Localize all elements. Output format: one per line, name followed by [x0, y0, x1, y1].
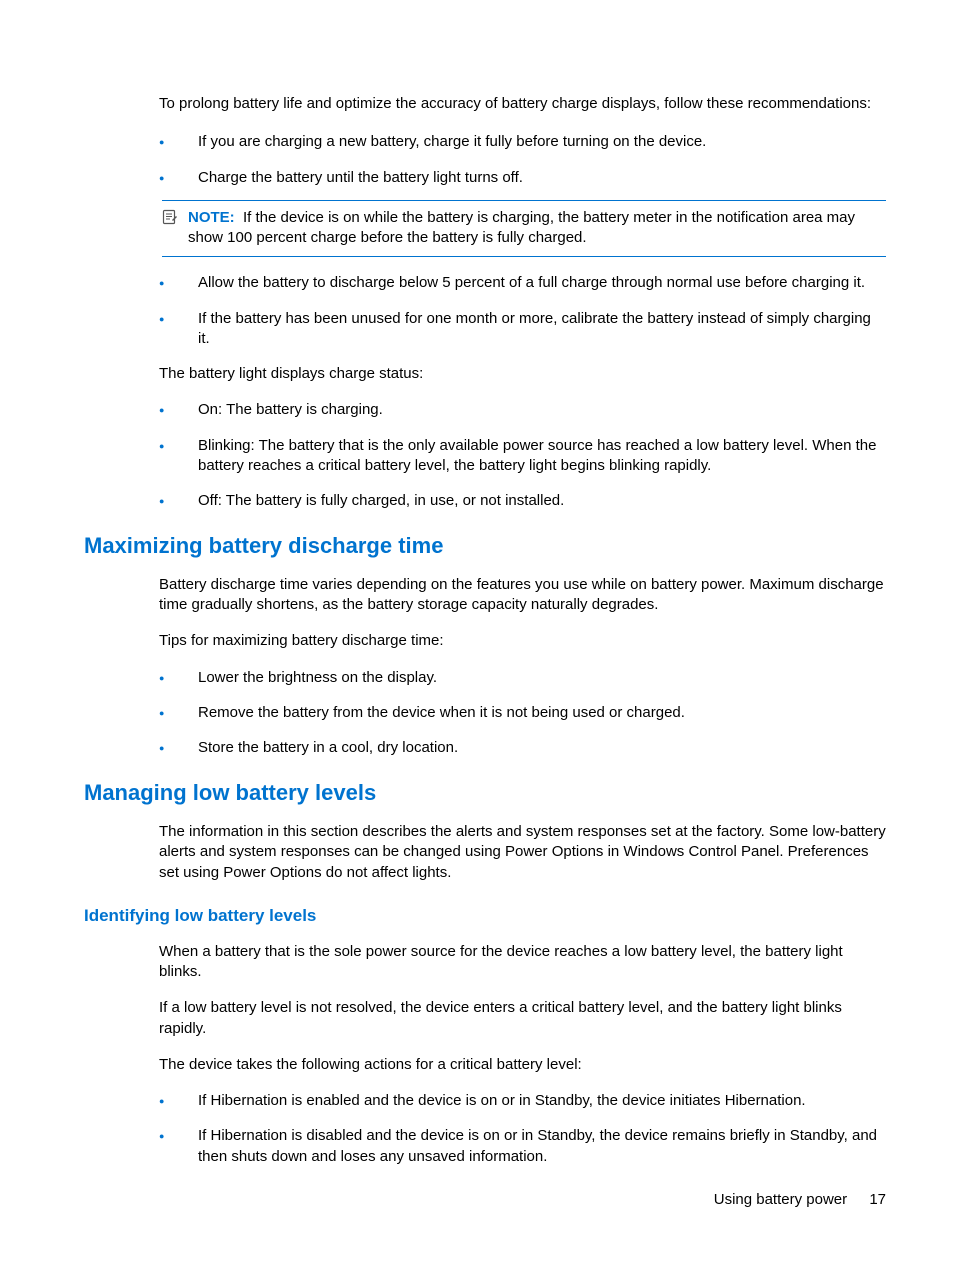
body-paragraph: When a battery that is the sole power so… — [159, 942, 886, 983]
note-callout: NOTE: If the device is on while the batt… — [162, 200, 886, 258]
maximize-tips-list: Lower the brightness on the display. Rem… — [159, 668, 886, 759]
note-body: If the device is on while the battery is… — [188, 209, 855, 246]
list-item: Blinking: The battery that is the only a… — [159, 436, 886, 477]
list-item: Charge the battery until the battery lig… — [159, 168, 886, 188]
body-paragraph: Tips for maximizing battery discharge ti… — [159, 631, 886, 651]
body-paragraph: The battery light displays charge status… — [159, 364, 886, 384]
page-footer: Using battery power 17 — [714, 1190, 886, 1210]
critical-actions-list: If Hibernation is enabled and the device… — [159, 1091, 886, 1167]
heading-maximizing: Maximizing battery discharge time — [84, 531, 886, 561]
body-paragraph: The information in this section describe… — [159, 822, 886, 883]
note-text: NOTE: If the device is on while the batt… — [188, 208, 886, 249]
heading-identifying: Identifying low battery levels — [84, 905, 886, 928]
list-item: Remove the battery from the device when … — [159, 703, 886, 723]
body-paragraph: If a low battery level is not resolved, … — [159, 998, 886, 1039]
list-item: If you are charging a new battery, charg… — [159, 132, 886, 152]
list-item: If Hibernation is disabled and the devic… — [159, 1126, 886, 1167]
note-label: NOTE: — [188, 209, 235, 226]
list-item: On: The battery is charging. — [159, 400, 886, 420]
body-paragraph: Battery discharge time varies depending … — [159, 575, 886, 616]
list-item: If the battery has been unused for one m… — [159, 309, 886, 350]
list-item: Lower the brightness on the display. — [159, 668, 886, 688]
list-item: If Hibernation is enabled and the device… — [159, 1091, 886, 1111]
intro-paragraph: To prolong battery life and optimize the… — [159, 94, 886, 114]
body-paragraph: The device takes the following actions f… — [159, 1055, 886, 1075]
footer-page-number: 17 — [869, 1191, 886, 1208]
note-icon — [162, 209, 178, 231]
charge-status-list: On: The battery is charging. Blinking: T… — [159, 400, 886, 511]
heading-managing: Managing low battery levels — [84, 778, 886, 808]
footer-section-name: Using battery power — [714, 1191, 847, 1208]
list-item: Store the battery in a cool, dry locatio… — [159, 738, 886, 758]
list-item: Allow the battery to discharge below 5 p… — [159, 273, 886, 293]
list-item: Off: The battery is fully charged, in us… — [159, 491, 886, 511]
document-page: To prolong battery life and optimize the… — [0, 0, 954, 1242]
recommendations-list-part1: If you are charging a new battery, charg… — [159, 132, 886, 188]
recommendations-list-part2: Allow the battery to discharge below 5 p… — [159, 273, 886, 349]
